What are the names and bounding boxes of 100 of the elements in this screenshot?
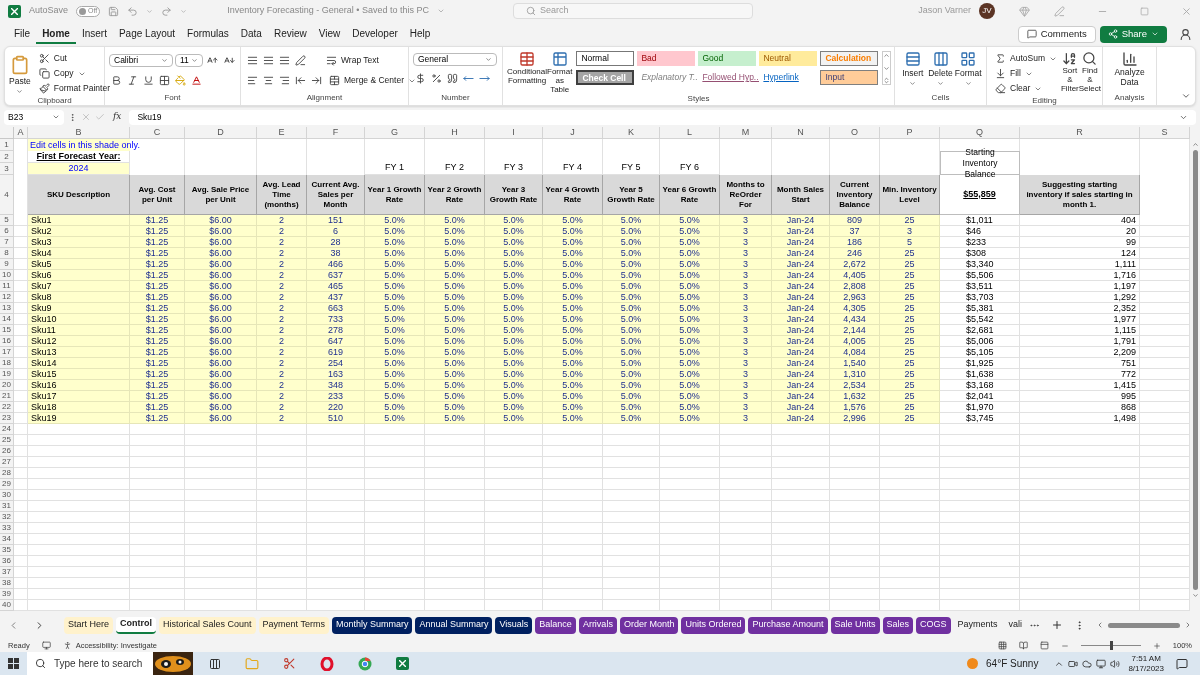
column-letter[interactable]: G: [365, 127, 425, 139]
menu-tab[interactable]: Data: [234, 24, 268, 44]
row-number[interactable]: 14: [0, 314, 14, 325]
sheet-tab[interactable]: Historical Sales Count: [159, 616, 256, 634]
cell-style[interactable]: Neutral: [759, 51, 818, 66]
menu-tab[interactable]: Developer: [346, 24, 404, 44]
menu-tab[interactable]: Review: [267, 24, 313, 44]
row-number[interactable]: 12: [0, 292, 14, 303]
find-select-button[interactable]: Find & Select: [1078, 51, 1101, 93]
format-as-table-button[interactable]: Format as Table: [547, 51, 573, 94]
sheet-tab[interactable]: Annual Summary: [415, 616, 493, 634]
menu-tab[interactable]: Home: [36, 24, 76, 44]
sheet-tab[interactable]: Purchase Amount: [748, 616, 828, 634]
sheet-tab[interactable]: Sale Units: [830, 616, 880, 634]
column-letter[interactable]: H: [425, 127, 485, 139]
menu-tab[interactable]: Page Layout: [112, 24, 182, 44]
row-number[interactable]: 19: [0, 369, 14, 380]
row-number[interactable]: 10: [0, 270, 14, 281]
clock-time[interactable]: 7:51 AM: [1131, 653, 1161, 664]
weather-text[interactable]: 64°F Sunny: [986, 656, 1039, 671]
column-letter[interactable]: J: [543, 127, 603, 139]
font-size-field[interactable]: 11: [175, 54, 203, 67]
sheet-tab[interactable]: Monthly Summary: [331, 616, 413, 634]
merge-button[interactable]: Merge & Center: [325, 73, 420, 88]
column-letter[interactable]: B: [28, 127, 130, 139]
column-letter[interactable]: M: [720, 127, 772, 139]
row-number[interactable]: 1: [0, 139, 14, 151]
column-letter[interactable]: N: [772, 127, 830, 139]
formula-field[interactable]: Sku19: [129, 109, 1196, 125]
column-letter[interactable]: R: [1020, 127, 1140, 139]
cell-style[interactable]: Good: [698, 51, 757, 66]
sheet-tab[interactable]: Sales: [882, 616, 914, 634]
menu-tab[interactable]: File: [8, 24, 37, 44]
row-number[interactable]: 9: [0, 259, 14, 270]
share-button[interactable]: Share: [1099, 25, 1167, 43]
row-number[interactable]: 27: [0, 457, 14, 468]
sheet-tab[interactable]: Balance: [535, 616, 576, 634]
cells-button[interactable]: Format: [954, 51, 982, 87]
column-letter[interactable]: I: [485, 127, 543, 139]
clear-button[interactable]: Clear: [991, 81, 1061, 96]
column-letter[interactable]: D: [185, 127, 257, 139]
column-letter[interactable]: S: [1140, 127, 1190, 139]
row-number[interactable]: 3: [0, 163, 14, 175]
row-number[interactable]: 21: [0, 391, 14, 402]
row-number[interactable]: 24: [0, 424, 14, 435]
row-number[interactable]: 15: [0, 325, 14, 336]
row-number[interactable]: 8: [0, 248, 14, 259]
sheet-tab[interactable]: Start Here: [64, 616, 113, 634]
sheet-tab[interactable]: Control: [116, 616, 156, 634]
column-letter[interactable]: F: [307, 127, 365, 139]
column-letter[interactable]: E: [257, 127, 307, 139]
cells-button[interactable]: Insert: [899, 51, 927, 87]
conditional-formatting-button[interactable]: Conditional Formatting: [507, 51, 548, 85]
number-format-field[interactable]: General: [413, 53, 497, 66]
row-number[interactable]: 4: [0, 175, 14, 215]
menu-tab[interactable]: Insert: [75, 24, 113, 44]
cell-style[interactable]: Input: [820, 70, 879, 85]
cell-style[interactable]: Normal: [576, 51, 635, 66]
autosum-button[interactable]: AutoSum: [991, 51, 1061, 66]
name-box[interactable]: B23: [4, 109, 64, 125]
cell-style[interactable]: Bad: [637, 51, 696, 66]
row-number[interactable]: 6: [0, 226, 14, 237]
column-letter[interactable]: Q: [940, 127, 1020, 139]
column-letter[interactable]: C: [130, 127, 185, 139]
row-number[interactable]: 17: [0, 347, 14, 358]
clock-date[interactable]: 8/17/2023: [1128, 663, 1164, 674]
column-letter[interactable]: O: [830, 127, 880, 139]
row-number[interactable]: 16: [0, 336, 14, 347]
sheet-tab[interactable]: Visuals: [495, 616, 533, 634]
sheet-tab[interactable]: Order Month: [619, 616, 679, 634]
format-painter-button[interactable]: Format Painter: [34, 81, 114, 96]
row-number[interactable]: 34: [0, 534, 14, 545]
row-number[interactable]: 13: [0, 303, 14, 314]
sheet-tab[interactable]: Arrivals: [578, 616, 617, 634]
sheet-tab[interactable]: COGS: [916, 616, 951, 634]
row-number[interactable]: 7: [0, 237, 14, 248]
row-number[interactable]: 18: [0, 358, 14, 369]
analyze-data-button[interactable]: Analyze Data: [1107, 51, 1152, 87]
fill-button[interactable]: Fill: [991, 66, 1061, 81]
cells-button[interactable]: Delete: [926, 51, 955, 87]
row-number[interactable]: 2: [0, 151, 14, 163]
menu-tab[interactable]: Help: [403, 24, 437, 44]
menu-tab[interactable]: View: [312, 24, 347, 44]
function-button[interactable]: fx: [109, 110, 126, 124]
taskbar-search-field[interactable]: Type here to search: [27, 652, 153, 675]
font-name-field[interactable]: Calibri: [109, 54, 173, 67]
avatar[interactable]: JV: [979, 3, 995, 19]
menu-tab[interactable]: Formulas: [181, 24, 235, 44]
sheet-tab[interactable]: Units Ordered: [681, 616, 746, 634]
copy-button[interactable]: Copy: [34, 66, 114, 81]
column-letter[interactable]: K: [603, 127, 660, 139]
row-number[interactable]: 31: [0, 501, 14, 512]
sheet-tab[interactable]: Payment Terms: [258, 616, 329, 634]
paste-button[interactable]: Paste: [9, 51, 35, 95]
row-number[interactable]: 5: [0, 215, 14, 226]
comments-button[interactable]: Comments: [1017, 25, 1096, 43]
column-letter[interactable]: L: [660, 127, 720, 139]
row-number[interactable]: 11: [0, 281, 14, 292]
sheet-tab[interactable]: vali: [1004, 616, 1027, 634]
sort-filter-button[interactable]: Sort & Filter: [1060, 51, 1079, 93]
